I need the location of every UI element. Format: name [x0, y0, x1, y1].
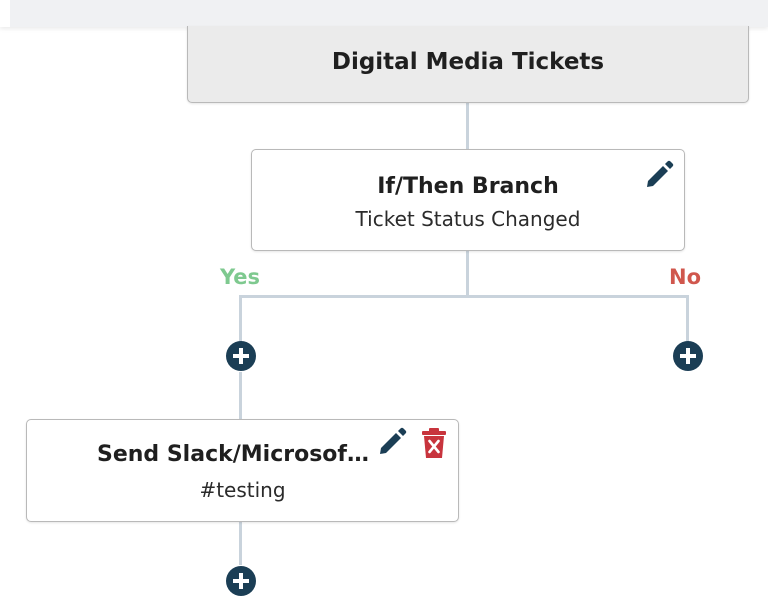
trigger-card[interactable]: Digital Media Tickets: [187, 26, 749, 103]
connector-no-down: [686, 295, 689, 342]
trash-icon[interactable]: [421, 427, 447, 459]
branch-step-card[interactable]: If/Then Branch Ticket Status Changed: [251, 149, 685, 251]
branch-step-title: If/Then Branch: [377, 174, 559, 199]
branch-step-subtitle: Ticket Status Changed: [355, 207, 581, 231]
add-step-yes-button[interactable]: [226, 341, 256, 371]
connector-yes-down: [239, 295, 242, 342]
action-step-subtitle: #testing: [199, 478, 286, 502]
add-step-after-action-button[interactable]: [226, 566, 256, 596]
add-step-no-button[interactable]: [673, 341, 703, 371]
connector-branch-split: [239, 295, 689, 298]
connector-trigger-to-branch: [466, 103, 469, 149]
connector-action-down: [239, 522, 242, 565]
connector-branch-down: [466, 251, 469, 297]
action-step-title: Send Slack/Microsoft Teams Notification: [97, 442, 370, 467]
pencil-icon[interactable]: [377, 427, 407, 457]
no-branch-label: No: [669, 265, 702, 289]
toolbar-edge: [0, 0, 10, 27]
yes-branch-label: Yes: [220, 265, 261, 289]
top-toolbar: [0, 0, 768, 27]
action-step-card[interactable]: Send Slack/Microsoft Teams Notification …: [26, 419, 459, 522]
connector-yes-to-action: [239, 372, 242, 419]
trigger-title: Digital Media Tickets: [331, 49, 605, 75]
pencil-icon[interactable]: [644, 160, 674, 190]
